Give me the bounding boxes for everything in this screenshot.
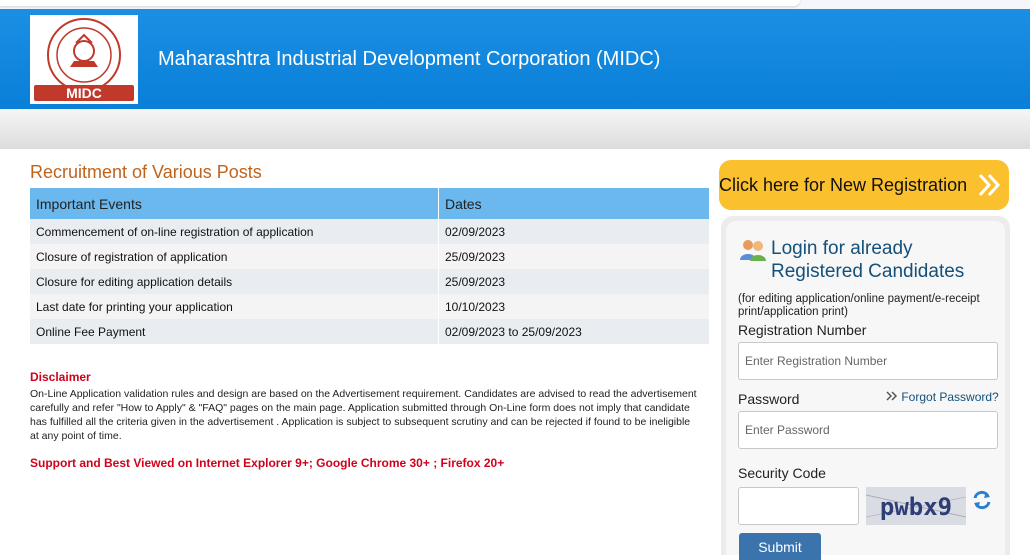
browser-top-strip <box>0 0 1030 9</box>
captcha-image: pwbx9 <box>865 487 967 525</box>
registration-number-input[interactable] <box>738 342 998 380</box>
login-title-line2: Registered Candidates <box>771 261 965 282</box>
disclaimer-title: Disclaimer <box>30 370 91 384</box>
logo-text: MIDC <box>66 85 102 101</box>
login-panel: Login for already Registered Candidates … <box>721 216 1010 560</box>
submit-button[interactable]: Submit <box>739 533 821 560</box>
new-registration-button[interactable]: Click here for New Registration <box>719 160 1009 210</box>
table-row: Online Fee Payment 02/09/2023 to 25/09/2… <box>30 319 710 344</box>
table-header-row: Important Events Dates <box>30 188 710 219</box>
password-label: Password <box>738 391 800 407</box>
table-row: Commencement of on-line registration of … <box>30 219 710 244</box>
table-row: Closure of registration of application 2… <box>30 244 710 269</box>
security-code-label: Security Code <box>738 465 826 481</box>
header-important-events: Important Events <box>30 188 439 219</box>
login-title-line1: Login for already <box>771 238 913 259</box>
date-cell: 10/10/2023 <box>438 294 710 319</box>
table-row: Closure for editing application details … <box>30 269 710 294</box>
users-icon <box>739 238 767 267</box>
browser-support-note: Support and Best Viewed on Internet Expl… <box>30 456 505 470</box>
login-note: (for editing application/online payment/… <box>738 293 980 318</box>
refresh-captcha-icon[interactable] <box>971 489 993 516</box>
date-cell: 02/09/2023 <box>438 219 710 244</box>
event-cell: Commencement of on-line registration of … <box>30 219 439 244</box>
registration-number-label: Registration Number <box>738 322 867 338</box>
event-cell: Last date for printing your application <box>30 294 439 319</box>
table-row: Last date for printing your application … <box>30 294 710 319</box>
nav-bar <box>0 109 1030 149</box>
login-panel-inner: Login for already Registered Candidates … <box>726 221 1005 560</box>
security-code-input[interactable] <box>738 487 859 525</box>
double-chevron-right-icon <box>977 172 1001 203</box>
section-title: Recruitment of Various Posts <box>30 162 262 182</box>
double-chevron-right-icon <box>886 390 901 404</box>
midc-logo: MIDC <box>30 15 138 104</box>
date-cell: 25/09/2023 <box>438 269 710 294</box>
captcha-text: pwbx9 <box>880 493 952 521</box>
new-registration-label: Click here for New Registration <box>719 175 968 195</box>
forgot-password-link[interactable]: Forgot Password? <box>886 390 999 404</box>
password-input[interactable] <box>738 411 998 449</box>
important-events-table: Important Events Dates Commencement of o… <box>30 188 710 344</box>
site-header: MIDC Maharashtra Industrial Development … <box>0 9 1030 109</box>
date-cell: 25/09/2023 <box>438 244 710 269</box>
event-cell: Closure of registration of application <box>30 244 439 269</box>
header-dates: Dates <box>438 188 710 219</box>
event-cell: Closure for editing application details <box>30 269 439 294</box>
site-title: Maharashtra Industrial Development Corpo… <box>158 48 661 70</box>
date-cell: 02/09/2023 to 25/09/2023 <box>438 319 710 344</box>
login-title: Login for already Registered Candidates <box>771 237 964 283</box>
top-tab <box>0 0 800 6</box>
forgot-password-label: Forgot Password? <box>901 390 999 404</box>
disclaimer-text: On-Line Application validation rules and… <box>30 388 697 442</box>
event-cell: Online Fee Payment <box>30 319 439 344</box>
